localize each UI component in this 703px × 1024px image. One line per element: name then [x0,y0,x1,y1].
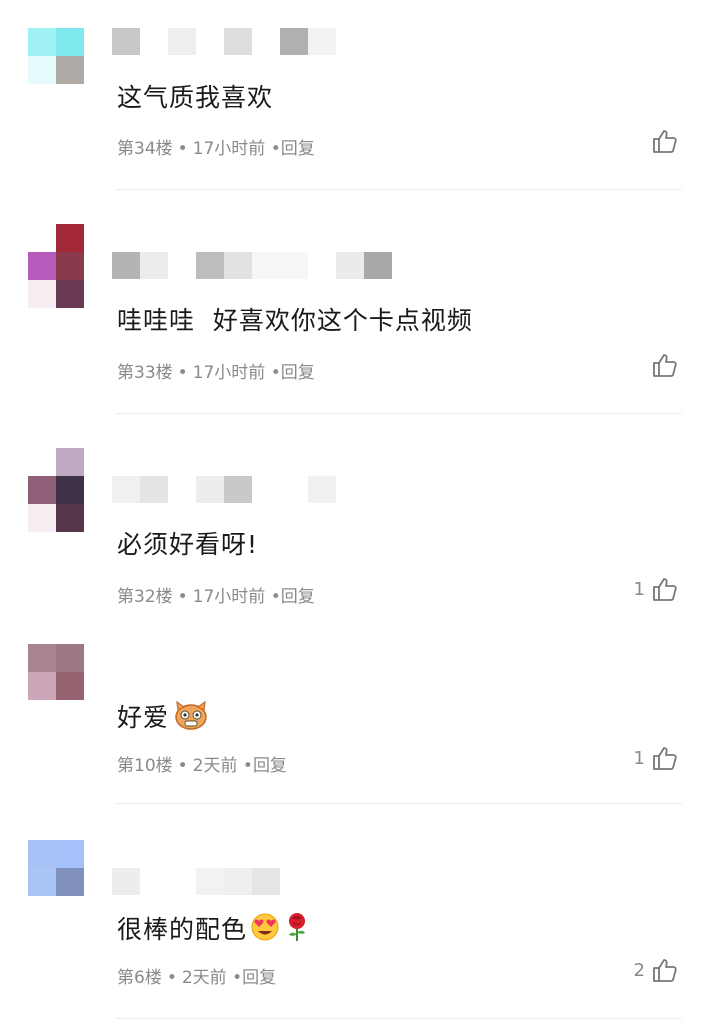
divider [116,189,682,190]
comment-text-body: 好爱 [117,703,170,732]
floor-label: 第32楼 [117,587,173,607]
floor-label: 第33楼 [117,363,173,383]
time-label: 17小时前 [192,139,266,159]
time-label: 17小时前 [192,363,266,383]
time-label: 2天前 [192,756,238,776]
divider [116,1018,682,1019]
like-button[interactable] [645,126,679,156]
floor-label: 第6楼 [117,968,162,988]
avatar[interactable] [28,224,84,308]
cat-emoji-icon [173,700,209,738]
meta-separator: • [177,363,188,383]
thumbs-up-icon [653,747,677,770]
comment-meta: 第6楼 • 2天前 •回复 [117,967,276,989]
comment-meta: 第34楼 • 17小时前 •回复 [117,138,315,160]
reply-button[interactable]: •回复 [271,587,315,607]
comment-text: 很棒的配色 [117,912,311,950]
floor-label: 第10楼 [117,756,173,776]
comment-text-body: 很棒的配色 [117,915,248,944]
username-blurred[interactable] [112,28,342,55]
username-blurred[interactable] [112,252,402,279]
avatar[interactable] [28,644,84,700]
divider [116,413,682,414]
divider [116,803,682,804]
meta-separator: • [166,968,177,988]
time-label: 2天前 [181,968,227,988]
reply-button[interactable]: •回复 [271,363,315,383]
like-count: 1 [633,578,645,600]
comment-text: 必须好看呀! [117,530,259,559]
comment-meta: 第10楼 • 2天前 •回复 [117,755,287,777]
rose-emoji-icon [283,912,311,950]
like-button[interactable]: 1 [634,743,679,773]
comment-meta: 第32楼 • 17小时前 •回复 [117,586,315,608]
floor-label: 第34楼 [117,139,173,159]
heart-eyes-emoji-icon [249,912,281,950]
like-count: 1 [633,747,645,769]
thumbs-up-icon [653,130,677,153]
meta-separator: • [177,756,188,776]
username-blurred[interactable] [112,868,342,895]
avatar[interactable] [28,840,84,896]
like-count: 2 [633,959,645,981]
time-label: 17小时前 [192,587,266,607]
thumbs-up-icon [653,959,677,982]
thumbs-up-icon [653,354,677,377]
like-button[interactable]: 1 [634,574,679,604]
username-blurred[interactable] [112,476,342,503]
comment-meta: 第33楼 • 17小时前 •回复 [117,362,315,384]
comment-text: 这气质我喜欢 [117,83,274,112]
avatar[interactable] [28,448,84,532]
comment-text: 好爱 [117,700,209,738]
reply-button[interactable]: •回复 [232,968,276,988]
meta-separator: • [177,139,188,159]
thumbs-up-icon [653,578,677,601]
comment-text: 哇哇哇 好喜欢你这个卡点视频 [117,306,473,335]
like-button[interactable]: 2 [634,955,679,985]
reply-button[interactable]: •回复 [243,756,287,776]
meta-separator: • [177,587,188,607]
avatar[interactable] [28,28,84,84]
reply-button[interactable]: •回复 [271,139,315,159]
like-button[interactable] [645,350,679,380]
